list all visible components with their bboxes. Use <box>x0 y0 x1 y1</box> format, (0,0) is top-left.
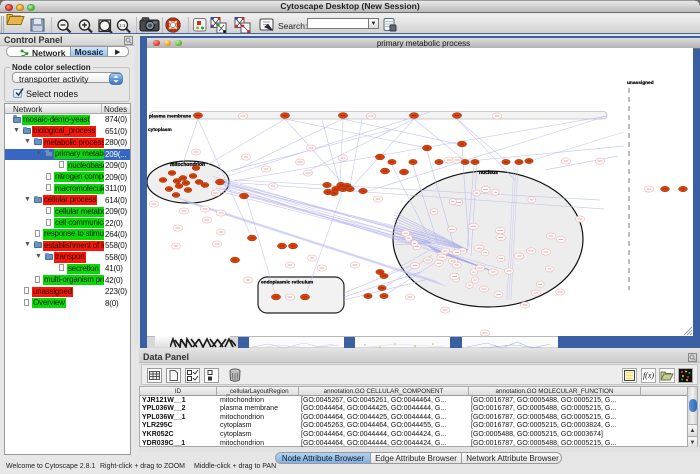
svg-text:cytoplasm: cytoplasm <box>148 127 172 133</box>
svg-text:1:1: 1:1 <box>119 23 126 28</box>
svg-text:plasma membrane: plasma membrane <box>149 114 191 120</box>
svg-text:endoplasmic reticulum: endoplasmic reticulum <box>261 280 313 286</box>
svg-text:unassigned: unassigned <box>627 80 654 86</box>
svg-text:Search:: Search: <box>278 21 307 31</box>
svg-text:nucleus: nucleus <box>479 170 498 176</box>
